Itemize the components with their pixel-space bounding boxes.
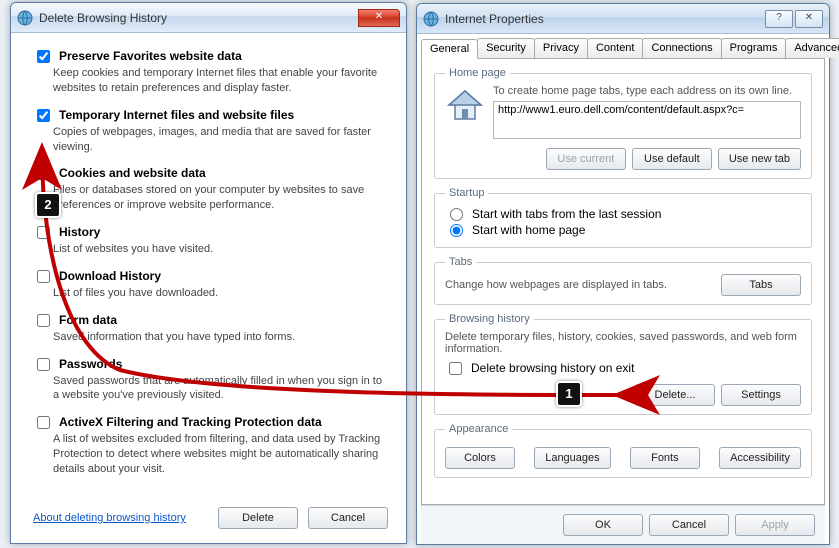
- tab-content[interactable]: Content: [587, 38, 644, 58]
- tab-advanced[interactable]: Advanced: [785, 38, 839, 58]
- ip-title: Internet Properties: [445, 12, 544, 26]
- opt-download-history: Download History List of files you have …: [33, 269, 388, 301]
- startup-legend: Startup: [445, 187, 488, 199]
- tab-programs[interactable]: Programs: [721, 38, 787, 58]
- download-history-checkbox[interactable]: [37, 270, 50, 283]
- homepage-text: To create home page tabs, type each addr…: [493, 85, 801, 97]
- home-icon: [445, 85, 485, 123]
- opt-title: Cookies and website data: [59, 166, 206, 180]
- about-deleting-link[interactable]: About deleting browsing history: [33, 512, 208, 524]
- preserve-favorites-checkbox[interactable]: [37, 50, 50, 63]
- globe-icon: [423, 11, 439, 27]
- opt-passwords: Passwords Saved passwords that are autom…: [33, 357, 388, 404]
- tab-privacy[interactable]: Privacy: [534, 38, 588, 58]
- tabs-legend: Tabs: [445, 256, 476, 268]
- dbh-footer: About deleting browsing history Delete C…: [11, 495, 406, 543]
- delete-browsing-history-window: Delete Browsing History ✕ Preserve Favor…: [10, 2, 407, 544]
- opt-title: ActiveX Filtering and Tracking Protectio…: [59, 415, 322, 429]
- opt-title: History: [59, 225, 100, 239]
- tabs-button[interactable]: Tabs: [721, 274, 801, 296]
- opt-desc: List of files you have downloaded.: [53, 286, 388, 301]
- opt-desc: Keep cookies and temporary Internet file…: [53, 66, 388, 96]
- apply-button[interactable]: Apply: [735, 514, 815, 536]
- startup-last-session-radio[interactable]: [450, 208, 463, 221]
- close-button[interactable]: ✕: [795, 10, 823, 28]
- tabs-text: Change how webpages are displayed in tab…: [445, 279, 711, 291]
- startup-home-page-radio[interactable]: [450, 224, 463, 237]
- cancel-button[interactable]: Cancel: [649, 514, 729, 536]
- ok-button[interactable]: OK: [563, 514, 643, 536]
- tab-security[interactable]: Security: [477, 38, 535, 58]
- startup-home-page-label: Start with home page: [472, 223, 585, 237]
- accessibility-button[interactable]: Accessibility: [719, 447, 801, 469]
- history-legend: Browsing history: [445, 313, 534, 325]
- history-settings-button[interactable]: Settings: [721, 384, 801, 406]
- opt-title: Preserve Favorites website data: [59, 49, 242, 63]
- opt-desc: Saved information that you have typed in…: [53, 330, 388, 345]
- opt-desc: List of websites you have visited.: [53, 242, 388, 257]
- internet-properties-window: Internet Properties ? ✕ General Security…: [416, 3, 830, 545]
- opt-desc: Files or databases stored on your comput…: [53, 183, 388, 213]
- activex-checkbox[interactable]: [37, 416, 50, 429]
- homepage-url-input[interactable]: [493, 101, 801, 139]
- appearance-legend: Appearance: [445, 423, 512, 435]
- opt-title: Passwords: [59, 357, 122, 371]
- fonts-button[interactable]: Fonts: [630, 447, 700, 469]
- homepage-group: Home page To create home page tabs, type…: [434, 67, 812, 179]
- help-button[interactable]: ?: [765, 10, 793, 28]
- opt-title: Temporary Internet files and website fil…: [59, 108, 294, 122]
- dbh-titlebar[interactable]: Delete Browsing History ✕: [11, 3, 406, 33]
- globe-icon: [17, 10, 33, 26]
- ip-tabstrip: General Security Privacy Content Connect…: [421, 38, 825, 59]
- tab-connections[interactable]: Connections: [642, 38, 721, 58]
- history-delete-button[interactable]: Delete...: [635, 384, 715, 406]
- tab-general[interactable]: General: [421, 39, 478, 59]
- opt-preserve-favorites: Preserve Favorites website data Keep coo…: [33, 49, 388, 96]
- opt-title: Form data: [59, 313, 117, 327]
- opt-form-data: Form data Saved information that you hav…: [33, 313, 388, 345]
- opt-desc: Copies of webpages, images, and media th…: [53, 125, 388, 155]
- browsing-history-group: Browsing history Delete temporary files,…: [434, 313, 812, 415]
- use-current-button[interactable]: Use current: [546, 148, 626, 170]
- startup-group: Startup Start with tabs from the last se…: [434, 187, 812, 248]
- opt-desc: Saved passwords that are automatically f…: [53, 374, 388, 404]
- ip-footer: OK Cancel Apply: [421, 505, 825, 544]
- opt-activex: ActiveX Filtering and Tracking Protectio…: [33, 415, 388, 477]
- delete-on-exit-checkbox[interactable]: [449, 362, 462, 375]
- languages-button[interactable]: Languages: [534, 447, 610, 469]
- temp-files-checkbox[interactable]: [37, 109, 50, 122]
- close-button[interactable]: ✕: [358, 9, 400, 27]
- opt-desc: A list of websites excluded from filteri…: [53, 432, 388, 477]
- cookies-checkbox[interactable]: [37, 167, 50, 180]
- dbh-cancel-button[interactable]: Cancel: [308, 507, 388, 529]
- ip-titlebar[interactable]: Internet Properties ? ✕: [417, 4, 829, 34]
- opt-temp-files: Temporary Internet files and website fil…: [33, 108, 388, 155]
- startup-last-session-label: Start with tabs from the last session: [472, 207, 661, 221]
- form-data-checkbox[interactable]: [37, 314, 50, 327]
- opt-cookies: Cookies and website data Files or databa…: [33, 166, 388, 213]
- passwords-checkbox[interactable]: [37, 358, 50, 371]
- history-checkbox[interactable]: [37, 226, 50, 239]
- annotation-badge-2: 2: [35, 192, 61, 218]
- use-new-tab-button[interactable]: Use new tab: [718, 148, 801, 170]
- opt-history: History List of websites you have visite…: [33, 225, 388, 257]
- dbh-title: Delete Browsing History: [39, 11, 167, 25]
- tab-panel-general: Home page To create home page tabs, type…: [421, 59, 825, 505]
- delete-on-exit-label: Delete browsing history on exit: [471, 361, 634, 375]
- opt-title: Download History: [59, 269, 161, 283]
- use-default-button[interactable]: Use default: [632, 148, 712, 170]
- annotation-badge-1: 1: [556, 381, 582, 407]
- colors-button[interactable]: Colors: [445, 447, 515, 469]
- history-text: Delete temporary files, history, cookies…: [445, 331, 801, 355]
- homepage-legend: Home page: [445, 67, 510, 79]
- tabs-group: Tabs Change how webpages are displayed i…: [434, 256, 812, 305]
- appearance-group: Appearance Colors Languages Fonts Access…: [434, 423, 812, 478]
- dbh-delete-button[interactable]: Delete: [218, 507, 298, 529]
